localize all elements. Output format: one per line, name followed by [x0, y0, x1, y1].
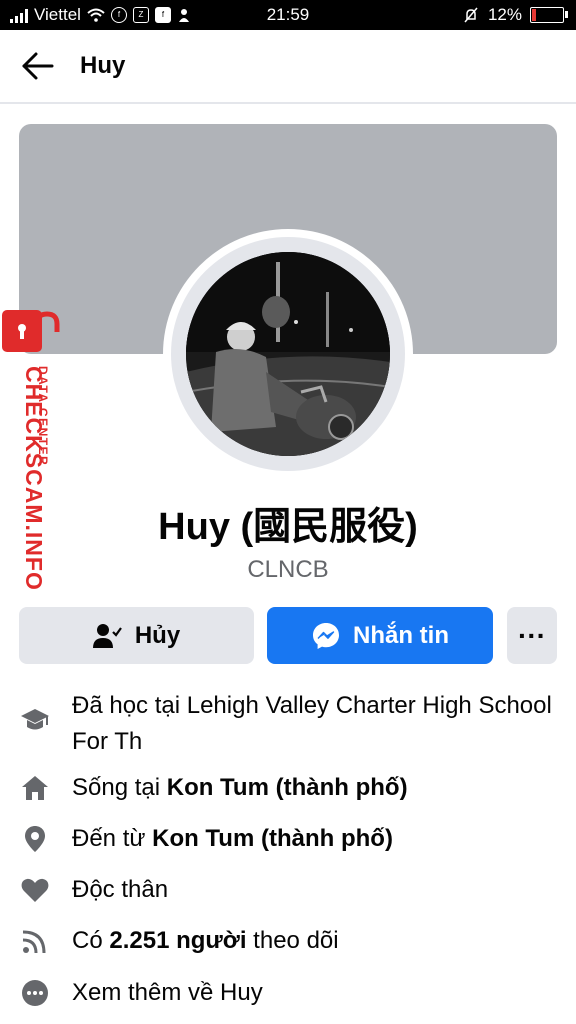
followers-prefix: Có: [72, 927, 110, 954]
mute-bell-icon: [464, 7, 478, 23]
back-arrow-icon[interactable]: [18, 48, 58, 84]
message-button[interactable]: Nhắn tin: [267, 607, 493, 664]
watermark-line1: DATA CENTER: [36, 366, 50, 466]
rss-followers-icon: [22, 930, 46, 954]
watermark-graphic: CHECKSCAM.INFO DATA CENTER: [2, 310, 60, 591]
education-text[interactable]: Đã học tại Lehigh Valley Charter High Sc…: [72, 688, 556, 760]
status-bar: Viettel f Z f 21:59 12%: [0, 0, 576, 30]
top-header: Huy: [0, 30, 576, 104]
lives-prefix: Sống tại: [72, 774, 167, 801]
battery-percent: 12%: [487, 5, 522, 24]
profile-name: Huy (國民服役): [158, 506, 418, 548]
avatar-photo: [186, 252, 390, 456]
person-check-icon: [92, 623, 122, 648]
see-more-text[interactable]: Xem thêm về Huy: [72, 975, 556, 1011]
hometown-text[interactable]: Đến từ Kon Tum (thành phố): [72, 821, 556, 857]
followers-suffix: theo dõi: [246, 927, 339, 954]
profile-nickname: CLNCB: [247, 556, 329, 583]
avatar[interactable]: [186, 252, 390, 456]
message-label: Nhắn tin: [353, 621, 449, 649]
watermark: CHECKSCAM.INFO DATA CENTER: [0, 310, 70, 600]
heart-icon: [21, 878, 49, 902]
more-dots-icon: ···: [518, 619, 546, 651]
hometown-prefix: Đến từ: [72, 825, 153, 852]
graduation-cap-icon: [21, 709, 49, 730]
followers-count[interactable]: 2.251 người: [109, 927, 246, 954]
lives-city[interactable]: Kon Tum (thành phố): [167, 774, 408, 801]
followers-text[interactable]: Có 2.251 người theo dõi: [72, 923, 556, 959]
hometown-city[interactable]: Kon Tum (thành phố): [152, 825, 393, 852]
location-pin-icon: [25, 826, 45, 852]
unfollow-label: Hủy: [134, 621, 181, 649]
messenger-icon: [313, 622, 339, 649]
page-title: Huy: [80, 52, 126, 79]
battery-icon: [530, 7, 568, 23]
relationship-text: Độc thân: [72, 876, 169, 903]
lives-text[interactable]: Sống tại Kon Tum (thành phố): [72, 770, 556, 806]
home-icon: [22, 776, 48, 800]
more-circle-icon: [22, 980, 48, 1006]
more-options-button[interactable]: ···: [507, 607, 557, 664]
unfollow-button[interactable]: Hủy: [19, 607, 254, 664]
